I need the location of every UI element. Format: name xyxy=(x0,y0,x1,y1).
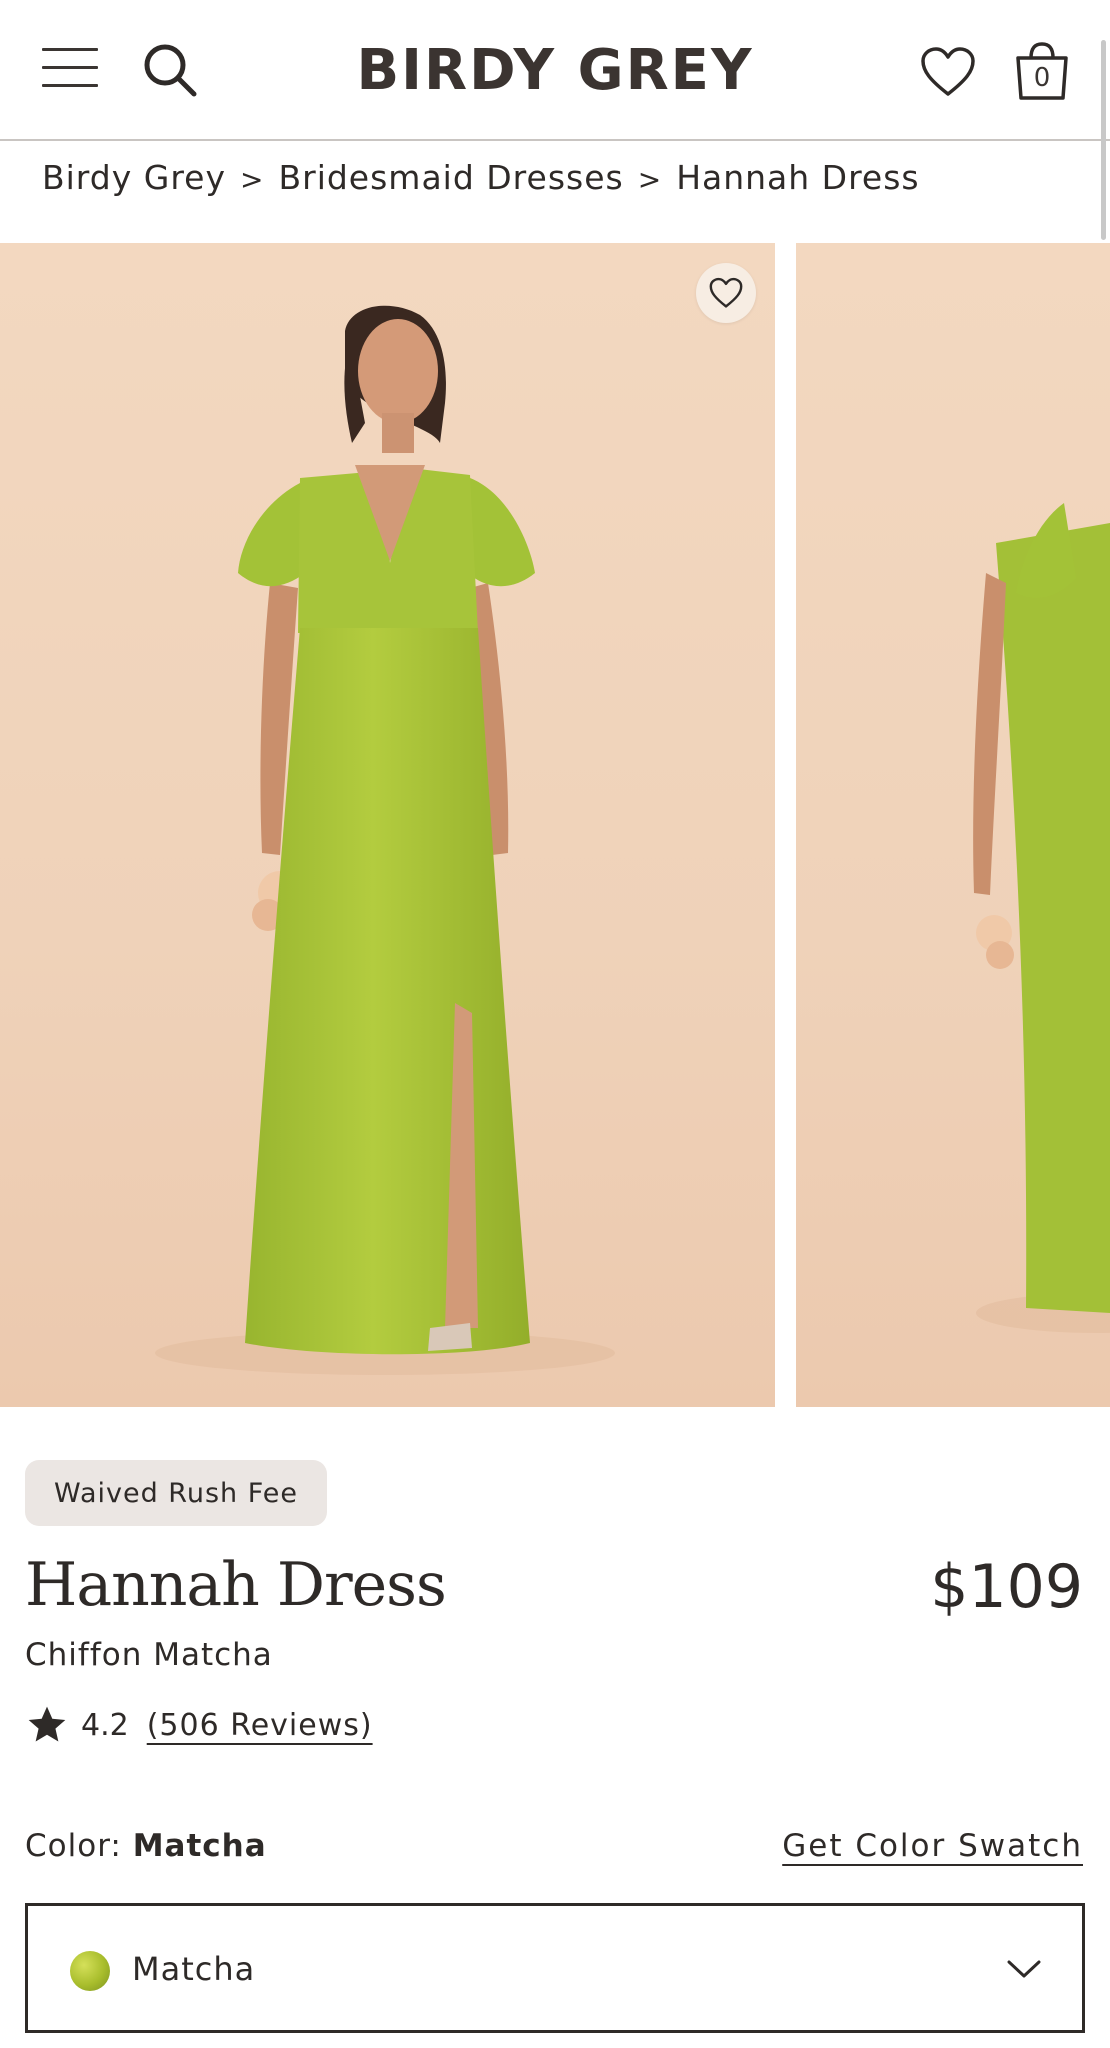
cart-button[interactable]: 0 xyxy=(1012,40,1072,102)
product-image-main[interactable] xyxy=(0,243,775,1407)
product-image-next[interactable] xyxy=(796,243,1110,1407)
product-title: Hannah Dress xyxy=(25,1550,447,1620)
star-icon xyxy=(28,1706,66,1742)
breadcrumb: Birdy Grey > Bridesmaid Dresses > Hannah Dre… xyxy=(42,158,920,197)
cart-count: 0 xyxy=(1033,63,1051,93)
search-button[interactable] xyxy=(140,40,200,100)
color-label-text: Color: xyxy=(25,1828,122,1864)
breadcrumb-separator: > xyxy=(240,163,265,196)
menu-button[interactable] xyxy=(42,48,98,92)
product-subtitle: Chiffon Matcha xyxy=(25,1637,273,1673)
page-scrollbar[interactable] xyxy=(1101,40,1106,240)
color-select[interactable]: Matcha xyxy=(25,1903,1085,2033)
color-label: Color: Matcha xyxy=(25,1828,267,1864)
product-price: $109 xyxy=(930,1552,1083,1622)
color-value: Matcha xyxy=(132,1828,267,1864)
site-header: BIRDY GREY 0 xyxy=(0,0,1110,141)
color-select-value: Matcha xyxy=(132,1950,256,1988)
hamburger-icon xyxy=(42,48,98,51)
search-icon xyxy=(144,44,197,97)
model-figure xyxy=(973,503,1110,1333)
breadcrumb-separator: > xyxy=(637,163,663,196)
heart-icon xyxy=(709,277,743,308)
rush-fee-badge: Waived Rush Fee xyxy=(25,1460,327,1526)
favorite-image-button[interactable] xyxy=(696,263,756,323)
product-rating: 4.2 (506 Reviews) xyxy=(25,1703,373,1747)
breadcrumb-bridesmaid-dresses[interactable]: Bridesmaid Dresses xyxy=(278,158,623,197)
rating-value: 4.2 xyxy=(81,1707,129,1743)
reviews-link[interactable]: (506 Reviews) xyxy=(147,1708,373,1743)
wishlist-button[interactable] xyxy=(920,46,976,98)
breadcrumb-current[interactable]: Hannah Dress xyxy=(676,158,919,197)
heart-icon xyxy=(921,47,975,96)
breadcrumb-home[interactable]: Birdy Grey xyxy=(42,158,226,197)
model-figure xyxy=(155,305,615,1375)
chevron-down-icon xyxy=(1007,1960,1041,1978)
color-swatch-dot xyxy=(70,1951,110,1991)
get-color-swatch-link[interactable]: Get Color Swatch xyxy=(782,1828,1083,1864)
